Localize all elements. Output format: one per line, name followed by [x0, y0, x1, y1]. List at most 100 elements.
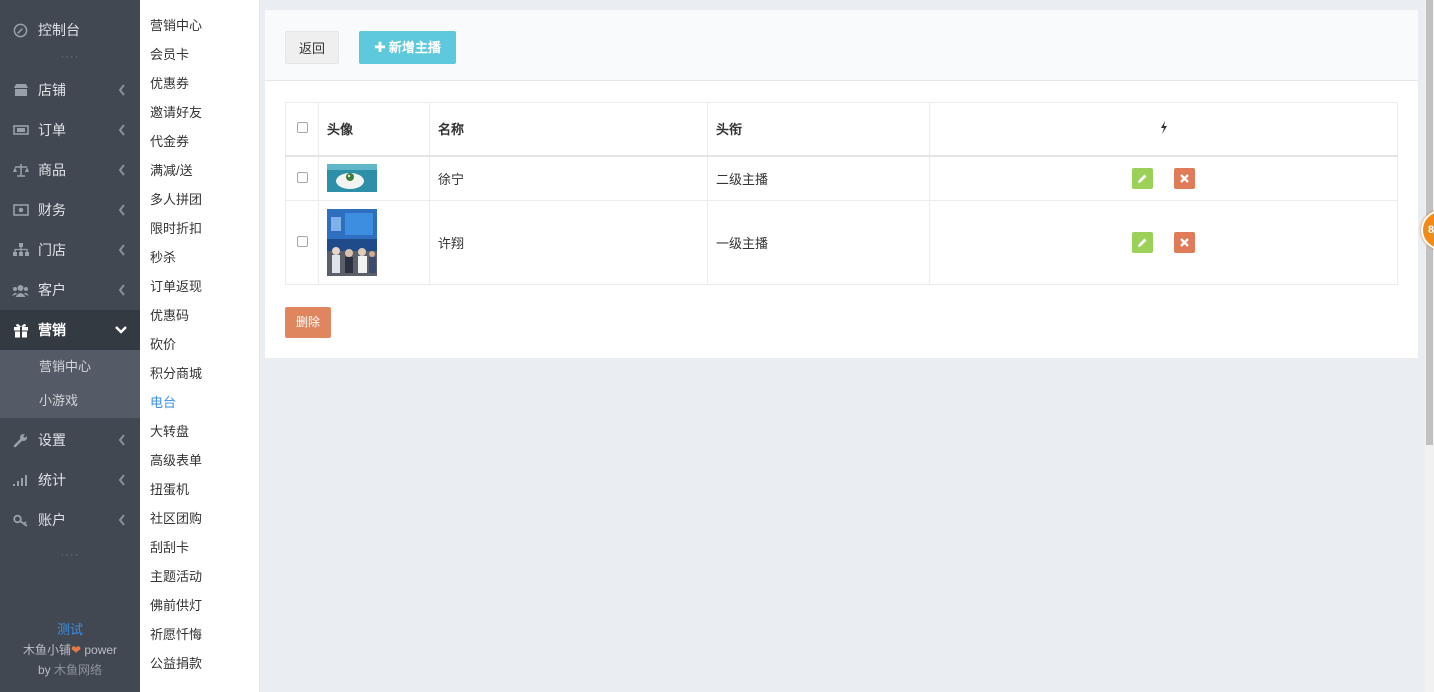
chevron-left-icon: [118, 84, 125, 96]
header-actions: [929, 102, 1398, 157]
row-checkbox[interactable]: [297, 171, 308, 183]
subnav-item[interactable]: 祈愿忏悔: [140, 620, 259, 649]
nav-separator: ····: [60, 549, 80, 561]
heart-icon: ❤: [70, 643, 82, 657]
avatar-image[interactable]: [327, 164, 377, 193]
header-title: 头衔: [707, 102, 930, 157]
subnav-item[interactable]: 电台: [140, 388, 259, 417]
avatar-image[interactable]: [327, 209, 377, 276]
nav-statistics[interactable]: 统计: [0, 460, 140, 500]
nav-customers[interactable]: 客户: [0, 270, 140, 310]
title-cell: 二级主播: [707, 155, 930, 201]
subnav-item[interactable]: 会员卡: [140, 40, 259, 69]
brand-name: 木鱼小铺: [22, 643, 71, 657]
ticket-icon: [12, 122, 29, 139]
panel-toolbar: 返回 ✚ 新增主播: [265, 10, 1418, 81]
close-icon: [1180, 238, 1190, 247]
nav-marketing[interactable]: 营销: [0, 310, 140, 350]
nav-finance-label: 财务: [38, 202, 66, 218]
subnav-item[interactable]: 秒杀: [140, 243, 259, 272]
subnav-item[interactable]: 代金券: [140, 127, 259, 156]
subnav-item[interactable]: 营销中心: [140, 11, 259, 40]
subnav-item[interactable]: 大转盘: [140, 417, 259, 446]
nav-settings[interactable]: 设置: [0, 420, 140, 460]
subnav-item[interactable]: 邀请好友: [140, 98, 259, 127]
subnav-item[interactable]: 社区团购: [140, 504, 259, 533]
row-checkbox-cell: [285, 155, 319, 201]
nav-console[interactable]: 控制台: [0, 10, 140, 50]
subnav-item[interactable]: 限时折扣: [140, 214, 259, 243]
wrench-icon: [12, 432, 29, 449]
plus-icon: ✚: [374, 39, 386, 55]
power-text: power: [81, 643, 118, 657]
nav-marketing-label: 营销: [38, 322, 66, 338]
company-link[interactable]: 木鱼网络: [54, 663, 102, 677]
subnav-item[interactable]: 订单返现: [140, 272, 259, 301]
nav-separator: ····: [60, 51, 80, 63]
add-anchor-label: 新增主播: [388, 40, 441, 55]
subnav-item[interactable]: 刮刮卡: [140, 533, 259, 562]
scale-icon: [12, 162, 29, 179]
nav-statistics-label: 统计: [38, 472, 66, 488]
floating-badge[interactable]: 8: [1421, 210, 1434, 250]
nav-orders[interactable]: 订单: [0, 110, 140, 150]
nav-account-label: 账户: [38, 512, 66, 528]
page-scrollbar[interactable]: [1425, 0, 1434, 692]
main-sidebar: 控制台 ···· 店铺 订单 商品 财务 门店 客户 营销 营销中心 小游戏 设…: [0, 0, 140, 692]
nav-shop[interactable]: 店铺: [0, 70, 140, 110]
edit-button[interactable]: [1131, 232, 1153, 253]
table-header-row: 头像 名称 头衔: [285, 102, 1398, 157]
table-row: 徐宁 二级主播: [285, 155, 1398, 201]
back-button[interactable]: 返回: [285, 31, 339, 64]
nav-settings-label: 设置: [38, 432, 66, 448]
chevron-left-icon: [118, 284, 125, 296]
select-all-checkbox[interactable]: [297, 122, 308, 134]
edit-button[interactable]: [1131, 167, 1153, 189]
marketing-submenu: 营销中心 小游戏: [0, 350, 140, 418]
select-all-cell: [285, 102, 319, 157]
subnav-item[interactable]: 满减/送: [140, 156, 259, 185]
content-panel: 返回 ✚ 新增主播 头像 名称 头衔 徐宁 二级主播 许翔 一级主播 删除: [265, 10, 1418, 358]
avatar-cell: [318, 155, 430, 201]
chevron-left-icon: [118, 244, 125, 256]
nav-finance[interactable]: 财务: [0, 190, 140, 230]
chevron-left-icon: [118, 514, 125, 526]
pencil-icon: [1137, 174, 1147, 183]
delete-row-button[interactable]: [1174, 232, 1196, 253]
subnav-item[interactable]: 佛前供灯: [140, 591, 259, 620]
nav-stores[interactable]: 门店: [0, 230, 140, 270]
chevron-down-icon: [115, 326, 127, 334]
add-anchor-button[interactable]: ✚ 新增主播: [359, 31, 456, 64]
nav-orders-label: 订单: [38, 122, 66, 138]
nav-goods[interactable]: 商品: [0, 150, 140, 190]
subnav-item[interactable]: 砍价: [140, 330, 259, 359]
signal-icon: [12, 472, 29, 489]
name-cell: 许翔: [429, 200, 708, 285]
gift-icon: [12, 322, 29, 339]
subnav-item[interactable]: 扭蛋机: [140, 475, 259, 504]
delete-row-button[interactable]: [1174, 167, 1196, 189]
subnav-item[interactable]: 多人拼团: [140, 185, 259, 214]
chevron-left-icon: [118, 474, 125, 486]
subnav-item[interactable]: 公益捐款: [140, 649, 259, 678]
shop-icon: [12, 82, 29, 99]
test-link[interactable]: 测试: [0, 620, 140, 640]
submenu-item-marketing-center[interactable]: 营销中心: [0, 350, 140, 384]
subnav-item[interactable]: 优惠券: [140, 69, 259, 98]
sidebar-footer: 测试 木鱼小铺❤ power by 木鱼网络: [0, 620, 140, 680]
subnav-item[interactable]: 高级表单: [140, 446, 259, 475]
subnav-item[interactable]: 优惠码: [140, 301, 259, 330]
subnav-item[interactable]: 积分商城: [140, 359, 259, 388]
row-checkbox[interactable]: [297, 236, 308, 247]
bulk-delete-button[interactable]: 删除: [285, 307, 331, 338]
subnav-item[interactable]: 主题活动: [140, 562, 259, 591]
close-icon: [1180, 173, 1190, 183]
table-row: 许翔 一级主播: [285, 200, 1398, 285]
chevron-left-icon: [118, 204, 125, 216]
name-cell: 徐宁: [429, 155, 708, 201]
nav-stores-label: 门店: [38, 242, 66, 258]
chevron-left-icon: [118, 124, 125, 136]
submenu-item-mini-games[interactable]: 小游戏: [0, 384, 140, 418]
anchor-table: 头像 名称 头衔 徐宁 二级主播 许翔 一级主播: [285, 102, 1398, 285]
nav-account[interactable]: 账户: [0, 500, 140, 540]
